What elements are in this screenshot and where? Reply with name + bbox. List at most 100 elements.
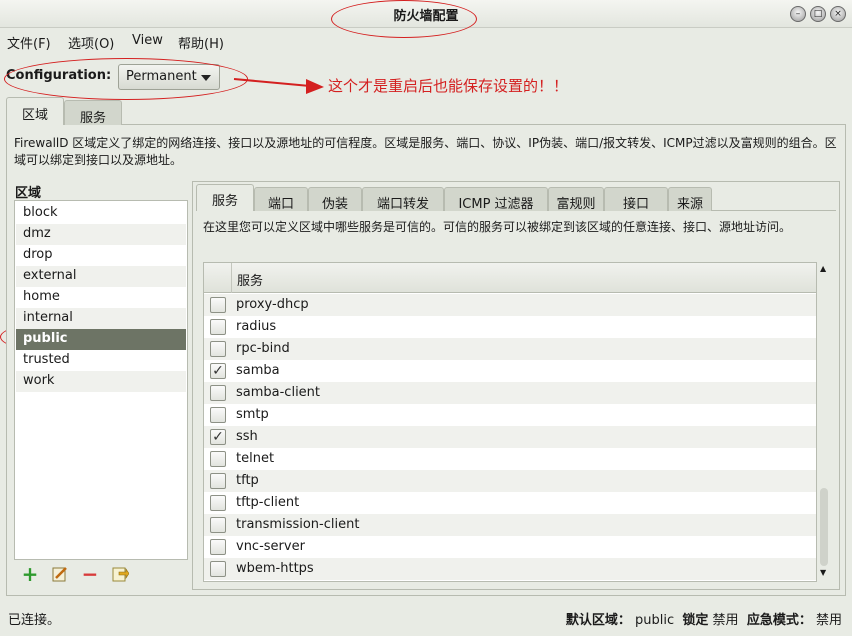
tab-zone-ports-label: 端口 (267, 197, 294, 212)
tab-zone-sources-label: 来源 (676, 197, 703, 212)
table-row[interactable]: tftp-client (204, 492, 816, 514)
tab-zone-services-label: 服务 (211, 194, 238, 209)
service-name: tftp (236, 473, 259, 488)
service-checkbox-checked[interactable]: ✓ (210, 363, 226, 379)
zone-list: block dmz drop external home internal pu… (14, 200, 188, 560)
service-name: rpc-bind (236, 341, 290, 356)
table-row[interactable]: rpc-bind (204, 338, 816, 360)
tab-services-label: 服务 (79, 111, 106, 126)
menu-options[interactable]: 选项(O) (68, 33, 114, 52)
zone-item-public[interactable]: public (16, 329, 186, 350)
service-checkbox-checked[interactable]: ✓ (210, 429, 226, 445)
service-checkbox[interactable] (210, 385, 226, 401)
service-checkbox[interactable] (210, 495, 226, 511)
table-row[interactable]: vnc-server (204, 536, 816, 558)
service-checkbox[interactable] (210, 297, 226, 313)
table-row[interactable]: samba-client (204, 382, 816, 404)
tab-zones[interactable]: 区域 (6, 97, 64, 125)
menu-help[interactable]: 帮助(H) (178, 33, 224, 52)
tab-zone-port-forwarding-label: 端口转发 (376, 197, 429, 212)
status-bar: 已连接。 默认区域： public 锁定 禁用 应急模式： 禁用 (0, 604, 852, 630)
scroll-down-icon[interactable]: ▼ (820, 568, 826, 577)
tab-zone-icmp-filter-label: ICMP 过滤器 (458, 197, 534, 212)
connection-status: 已连接。 (8, 613, 61, 628)
tab-zone-icmp-filter[interactable]: ICMP 过滤器 (444, 187, 548, 212)
lockdown-label: 锁定 (682, 613, 709, 628)
service-name: transmission-client (236, 517, 360, 532)
annotation-circle-config (4, 58, 248, 100)
default-zone-value: public (635, 613, 675, 628)
maximize-icon[interactable]: □ (810, 6, 826, 22)
scroll-up-icon[interactable]: ▲ (820, 264, 826, 273)
table-row[interactable]: tftp (204, 470, 816, 492)
service-name: samba-client (236, 385, 321, 400)
service-checkbox[interactable] (210, 319, 226, 335)
menu-view[interactable]: View (132, 33, 163, 48)
zone-item-block[interactable]: block (16, 203, 186, 224)
tab-zone-ports[interactable]: 端口 (254, 187, 308, 212)
service-checkbox[interactable] (210, 341, 226, 357)
panic-mode-label: 应急模式： (746, 613, 812, 628)
table-row[interactable]: radius (204, 316, 816, 338)
zone-item-home[interactable]: home (16, 287, 186, 308)
service-name: wbem-https (236, 561, 314, 576)
table-row[interactable]: ✓ ssh (204, 426, 816, 448)
zone-item-internal[interactable]: internal (16, 308, 186, 329)
service-checkbox[interactable] (210, 517, 226, 533)
services-scrollbar[interactable]: ▲ ▼ (818, 262, 830, 582)
table-row[interactable]: transmission-client (204, 514, 816, 536)
zone-item-drop[interactable]: drop (16, 245, 186, 266)
services-table-header[interactable]: 服务 (204, 263, 816, 293)
zone-item-external[interactable]: external (16, 266, 186, 287)
table-row[interactable]: wbem-https (204, 558, 816, 580)
table-row[interactable]: telnet (204, 448, 816, 470)
minimize-icon[interactable]: – (790, 6, 806, 22)
panic-mode-value: 禁用 (815, 613, 842, 628)
table-row[interactable]: ✓ samba (204, 360, 816, 382)
service-checkbox[interactable] (210, 407, 226, 423)
services-column-header: 服务 (237, 274, 264, 289)
tab-zones-label: 区域 (21, 108, 48, 123)
menu-file[interactable]: 文件(F) (7, 33, 51, 52)
load-defaults-icon[interactable] (111, 565, 130, 583)
zone-item-trusted[interactable]: trusted (16, 350, 186, 371)
service-name: smtp (236, 407, 269, 422)
remove-icon[interactable]: − (81, 564, 99, 584)
tab-zone-interfaces[interactable]: 接口 (604, 187, 668, 212)
service-checkbox[interactable] (210, 539, 226, 555)
service-name: proxy-dhcp (236, 297, 309, 312)
tab-zone-interfaces-label: 接口 (622, 197, 649, 212)
tab-zone-rich-rules-label: 富规则 (556, 197, 596, 212)
tab-zone-rich-rules[interactable]: 富规则 (548, 187, 604, 212)
annotation-arrow-icon (233, 78, 324, 94)
service-checkbox[interactable] (210, 561, 226, 577)
service-name: samba (236, 363, 280, 378)
close-icon[interactable]: × (830, 6, 846, 22)
annotation-text: 这个才是重启后也能保存设置的！！ (328, 77, 569, 95)
service-checkbox[interactable] (210, 473, 226, 489)
tab-zone-sources[interactable]: 来源 (668, 187, 712, 212)
zones-heading: 区域 (15, 186, 42, 201)
service-name: tftp-client (236, 495, 300, 510)
annotation-circle-title (331, 0, 477, 38)
service-name: telnet (236, 451, 275, 466)
status-summary: 默认区域： public 锁定 禁用 应急模式： 禁用 (566, 609, 842, 628)
lockdown-value: 禁用 (712, 613, 739, 628)
add-icon[interactable]: + (21, 564, 39, 584)
service-name: ssh (236, 429, 258, 444)
service-checkbox[interactable] (210, 451, 226, 467)
table-row[interactable]: smtp (204, 404, 816, 426)
services-table: 服务 proxy-dhcp radius rpc-bind ✓ samba sa… (203, 262, 817, 582)
table-row[interactable]: proxy-dhcp (204, 294, 816, 316)
service-name: radius (236, 319, 277, 334)
scroll-thumb[interactable] (820, 488, 828, 566)
zone-item-dmz[interactable]: dmz (16, 224, 186, 245)
edit-icon[interactable] (51, 565, 69, 583)
column-separator (231, 263, 232, 293)
tab-zone-masquerading[interactable]: 伪装 (308, 187, 362, 212)
zone-item-work[interactable]: work (16, 371, 186, 392)
tab-services[interactable]: 服务 (64, 100, 122, 126)
tab-zone-port-forwarding[interactable]: 端口转发 (362, 187, 444, 212)
tab-zone-services[interactable]: 服务 (196, 184, 254, 211)
services-description: 在这里您可以定义区域中哪些服务是可信的。可信的服务可以被绑定到该区域的任意连接、… (203, 220, 792, 234)
